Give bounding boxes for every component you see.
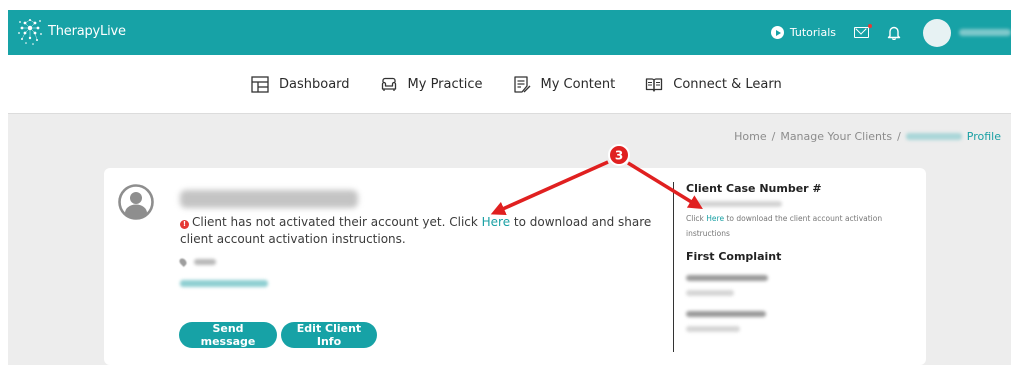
column-divider (673, 182, 674, 352)
alert-text-prefix: Client has not activated their account y… (192, 215, 482, 229)
last-date-seen-value-redacted (686, 326, 740, 332)
tutorials-link[interactable]: Tutorials (770, 26, 836, 39)
mail-icon[interactable] (854, 24, 872, 38)
send-message-button[interactable]: Send message (179, 322, 277, 348)
breadcrumb-separator: / (771, 130, 776, 143)
case-note-prefix: Click (686, 214, 707, 223)
nav-label-connect-learn: Connect & Learn (673, 76, 782, 92)
breadcrumb-separator: / (897, 130, 901, 143)
breadcrumb-home[interactable]: Home (734, 130, 766, 143)
book-icon (646, 77, 663, 92)
user-avatar[interactable] (923, 18, 951, 47)
case-number-redacted (692, 201, 782, 207)
app-frame: TherapyLive Tutorials Dashboard My Pract… (8, 10, 1011, 365)
nav-item-my-content[interactable]: My Content (513, 75, 616, 93)
case-activation-note: Click Here to download the client accoun… (686, 211, 922, 241)
last-date-seen-label-redacted (686, 311, 766, 317)
case-number-title: Client Case Number # (686, 182, 822, 195)
main-navbar: Dashboard My Practice My Content Connect… (8, 55, 1011, 114)
client-location-row (178, 257, 216, 267)
nav-items: Dashboard My Practice My Content Connect… (251, 55, 812, 113)
nav-label-dashboard: Dashboard (279, 76, 350, 92)
sofa-icon (381, 77, 396, 91)
client-avatar-icon (118, 184, 154, 220)
play-circle-icon (770, 26, 784, 39)
client-phone-row[interactable] (180, 280, 268, 287)
bell-icon[interactable] (887, 25, 901, 40)
breadcrumb-client-name-redacted[interactable] (905, 133, 962, 140)
content-icon (513, 75, 530, 93)
dashboard-icon (251, 75, 269, 93)
nav-label-my-practice: My Practice (407, 76, 483, 92)
location-pin-icon (178, 257, 188, 267)
logo-icon (18, 19, 42, 45)
app-logo[interactable]: TherapyLive (16, 15, 126, 47)
edit-client-info-button[interactable]: Edit Client Info (281, 322, 377, 348)
first-diagnosis-value-redacted (686, 290, 734, 296)
unread-dot (868, 24, 872, 28)
top-header-bar: TherapyLive Tutorials (8, 10, 1011, 55)
client-name-redacted (180, 190, 358, 208)
activation-alert: ! Client has not activated their account … (180, 214, 678, 248)
user-name-redacted[interactable] (959, 29, 1011, 36)
nav-item-connect-learn[interactable]: Connect & Learn (645, 76, 782, 93)
first-complaint-title: First Complaint (686, 250, 782, 263)
nav-item-dashboard[interactable]: Dashboard (251, 75, 350, 93)
client-location-redacted (194, 259, 216, 265)
client-phone-redacted[interactable] (180, 280, 268, 287)
tutorials-label: Tutorials (789, 26, 836, 39)
header-actions: Tutorials (770, 10, 1011, 55)
nav-item-my-practice[interactable]: My Practice (380, 76, 483, 93)
breadcrumb-manage-clients[interactable]: Manage Your Clients (780, 130, 892, 143)
breadcrumb: Home / Manage Your Clients / Profile (734, 130, 1001, 143)
download-instructions-link[interactable]: Here (482, 215, 510, 229)
case-download-link[interactable]: Here (706, 214, 724, 223)
app-name: TherapyLive (48, 23, 126, 39)
nav-label-my-content: My Content (540, 76, 616, 92)
warning-icon: ! (180, 220, 189, 229)
case-info-panel: Client Case Number # Click Here to downl… (686, 182, 922, 332)
breadcrumb-current: Profile (966, 130, 1001, 143)
client-profile-card: ! Client has not activated their account … (104, 168, 926, 365)
first-diagnosis-label-redacted (686, 275, 768, 281)
